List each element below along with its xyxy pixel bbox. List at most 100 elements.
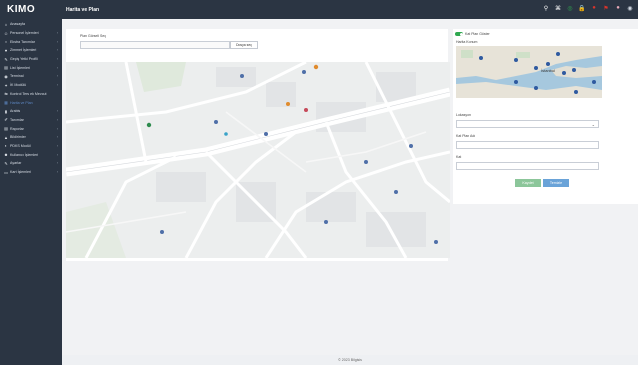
mini-map-canvas[interactable]: İstanbul bbox=[456, 46, 602, 98]
sidebar-item-10[interactable]: ▦ Harita ve Plan bbox=[0, 98, 62, 107]
choose-file-button[interactable]: Dosya seç bbox=[230, 41, 258, 49]
grid-icon[interactable]: ⌘ bbox=[554, 4, 562, 12]
sidebar-item-1[interactable]: ⌂ Anasayfa bbox=[0, 20, 62, 29]
map-canvas[interactable] bbox=[66, 62, 450, 258]
sidebar-item-label: PDKS Modül bbox=[10, 143, 31, 148]
chevron-left-icon: ‹ bbox=[56, 57, 58, 62]
sidebar-item-7[interactable]: ◉ Terminal ‹ bbox=[0, 72, 62, 81]
circle-icon: ○ bbox=[4, 39, 8, 45]
floor-input[interactable] bbox=[456, 162, 599, 170]
map-icon: ▦ bbox=[4, 100, 8, 106]
users-icon: ☺ bbox=[3, 30, 9, 36]
sidebar-item-12[interactable]: ✐ Tanımlar ‹ bbox=[0, 116, 62, 125]
save-button[interactable]: Kaydet bbox=[515, 179, 541, 187]
sidebar-item-16[interactable]: ☻ Kullanıcı İşlemleri ‹ bbox=[0, 150, 62, 159]
sidebar-item-5[interactable]: ✎ Geçiş Yetki Profili ‹ bbox=[0, 55, 62, 64]
user-icon: ☻ bbox=[3, 152, 9, 158]
sidebar-item-6[interactable]: ▤ List İşlemleri ‹ bbox=[0, 63, 62, 72]
top-icons: ⚲ ⌘ ◎ 🔒 ● ⚑ ● ◉ bbox=[542, 4, 634, 12]
profile-icon[interactable]: ● bbox=[614, 4, 622, 12]
sidebar-item-label: Tanımlar bbox=[10, 117, 24, 122]
sidebar-item-3[interactable]: ○ Ekstra Tanımlar ‹ bbox=[0, 37, 62, 46]
search-icon[interactable]: ⚲ bbox=[542, 4, 550, 12]
location-label: Lokasyon bbox=[456, 113, 471, 117]
app-logo: KIMO bbox=[7, 4, 36, 15]
flag-icon[interactable]: ⚑ bbox=[602, 4, 610, 12]
sidebar-item-label: Geçiş Yetki Profili bbox=[10, 57, 38, 62]
sidebar-item-label: Ayarlar bbox=[10, 161, 22, 166]
sidebar-item-4[interactable]: ♥ Zimmet İşlemleri ‹ bbox=[0, 46, 62, 55]
plan-name-label: Kat Plan Adı bbox=[456, 134, 476, 138]
sidebar-item-label: Raporlar bbox=[10, 126, 24, 131]
mini-map-city-label: İstanbul bbox=[541, 68, 555, 73]
home-icon: ⌂ bbox=[4, 21, 8, 27]
sidebar-item-label: Arabis bbox=[10, 109, 21, 114]
sidebar-item-2[interactable]: ☺ Personel İşlemleri ‹ bbox=[0, 29, 62, 38]
chevron-left-icon: ‹ bbox=[56, 152, 58, 157]
page-title: Harita ve Plan bbox=[66, 6, 100, 13]
file-path-field[interactable] bbox=[80, 41, 230, 49]
chevron-left-icon: ‹ bbox=[56, 83, 58, 88]
top-bar: Harita ve Plan ⚲ ⌘ ◎ 🔒 ● ⚑ ● ◉ bbox=[62, 0, 638, 19]
terminal-icon: ◉ bbox=[4, 73, 8, 79]
sidebar-item-label: Ekstra Tanımlar bbox=[10, 39, 35, 44]
upload-label: Plan Görseli Seç bbox=[80, 34, 107, 38]
gear-icon: ✎ bbox=[4, 160, 8, 166]
sidebar-item-label: Zimmet İşlemleri bbox=[10, 48, 37, 53]
chevron-left-icon: ‹ bbox=[56, 135, 58, 140]
chevron-left-icon: ‹ bbox=[56, 126, 58, 131]
alert-icon[interactable]: ● bbox=[590, 4, 598, 12]
chevron-left-icon: ‹ bbox=[56, 39, 58, 44]
pdks-icon: ◐ bbox=[4, 143, 8, 149]
sidebar-item-label: Kontrol Ters ek Mevcut bbox=[10, 91, 47, 96]
sidebar-item-8[interactable]: ✦ İK Modülü ‹ bbox=[0, 81, 62, 90]
sidebar: KIMO ⌂ Anasayfa ☺ Personel İşlemleri ‹ ○ Ekstr… bbox=[0, 0, 62, 365]
chevron-left-icon: ‹ bbox=[56, 109, 58, 114]
chevron-left-icon: ‹ bbox=[56, 143, 58, 148]
plan-name-input[interactable] bbox=[456, 141, 599, 149]
mini-map[interactable]: İstanbul bbox=[456, 46, 602, 98]
floor-plan-toggle[interactable] bbox=[455, 32, 463, 36]
location-select[interactable]: ⌄ bbox=[456, 120, 599, 128]
chevron-left-icon: ‹ bbox=[56, 170, 58, 175]
sidebar-item-label: Anasayfa bbox=[10, 22, 25, 27]
sidebar-menu: ⌂ Anasayfa ☺ Personel İşlemleri ‹ ○ Ekstra Tan… bbox=[0, 20, 62, 176]
list-icon: ▤ bbox=[4, 65, 8, 71]
sidebar-item-15[interactable]: ◐ PDKS Modül ‹ bbox=[0, 142, 62, 151]
pen-icon: ✐ bbox=[4, 117, 8, 123]
chevron-left-icon: ‹ bbox=[56, 161, 58, 166]
chevron-left-icon: ‹ bbox=[56, 117, 58, 122]
sidebar-item-14[interactable]: ▲ Bildirimler ‹ bbox=[0, 133, 62, 142]
sidebar-item-18[interactable]: ▭ Kart İşlemleri ‹ bbox=[0, 168, 62, 177]
control-icon: ⇆ bbox=[4, 91, 8, 97]
chevron-left-icon: ‹ bbox=[56, 74, 58, 79]
map-location-label: Harita Konum bbox=[456, 40, 478, 44]
chart-icon: ▮ bbox=[4, 108, 8, 114]
sidebar-item-13[interactable]: ▤ Raporlar ‹ bbox=[0, 124, 62, 133]
sidebar-item-label: List İşlemleri bbox=[10, 65, 30, 70]
lock-icon[interactable]: 🔒 bbox=[578, 4, 586, 12]
avatar-icon[interactable]: ◉ bbox=[626, 4, 634, 12]
chevron-left-icon: ‹ bbox=[56, 31, 58, 36]
map-view[interactable] bbox=[66, 62, 450, 258]
sidebar-item-label: Harita ve Plan bbox=[10, 100, 33, 105]
bell-icon: ▲ bbox=[4, 134, 8, 140]
sidebar-item-label: Kullanıcı İşlemleri bbox=[10, 152, 39, 157]
status-icon[interactable]: ◎ bbox=[566, 4, 574, 12]
sidebar-item-label: İK Modülü bbox=[10, 83, 27, 88]
clear-button[interactable]: Temizle bbox=[543, 179, 569, 187]
toggle-label: Kat Plan Göster bbox=[465, 32, 490, 36]
sidebar-item-9[interactable]: ⇆ Kontrol Ters ek Mevcut bbox=[0, 90, 62, 99]
key-icon: ✎ bbox=[4, 56, 8, 62]
sidebar-item-17[interactable]: ✎ Ayarlar ‹ bbox=[0, 159, 62, 168]
chevron-down-icon: ⌄ bbox=[591, 122, 595, 127]
chevron-left-icon: ‹ bbox=[56, 65, 58, 70]
footer: © 2023 Bilgisis bbox=[338, 358, 362, 362]
chevron-left-icon: ‹ bbox=[56, 48, 58, 53]
sidebar-item-label: Terminal bbox=[10, 74, 24, 79]
sidebar-item-11[interactable]: ▮ Arabis ‹ bbox=[0, 107, 62, 116]
main-content: Plan Görseli Seç Dosya seç Kat Plan Göst… bbox=[62, 19, 638, 355]
card-icon: ▭ bbox=[4, 169, 8, 175]
map-settings-panel: Kat Plan Göster Harita Konum İstanbul Lo… bbox=[453, 29, 638, 204]
heart-icon: ♥ bbox=[4, 47, 8, 53]
